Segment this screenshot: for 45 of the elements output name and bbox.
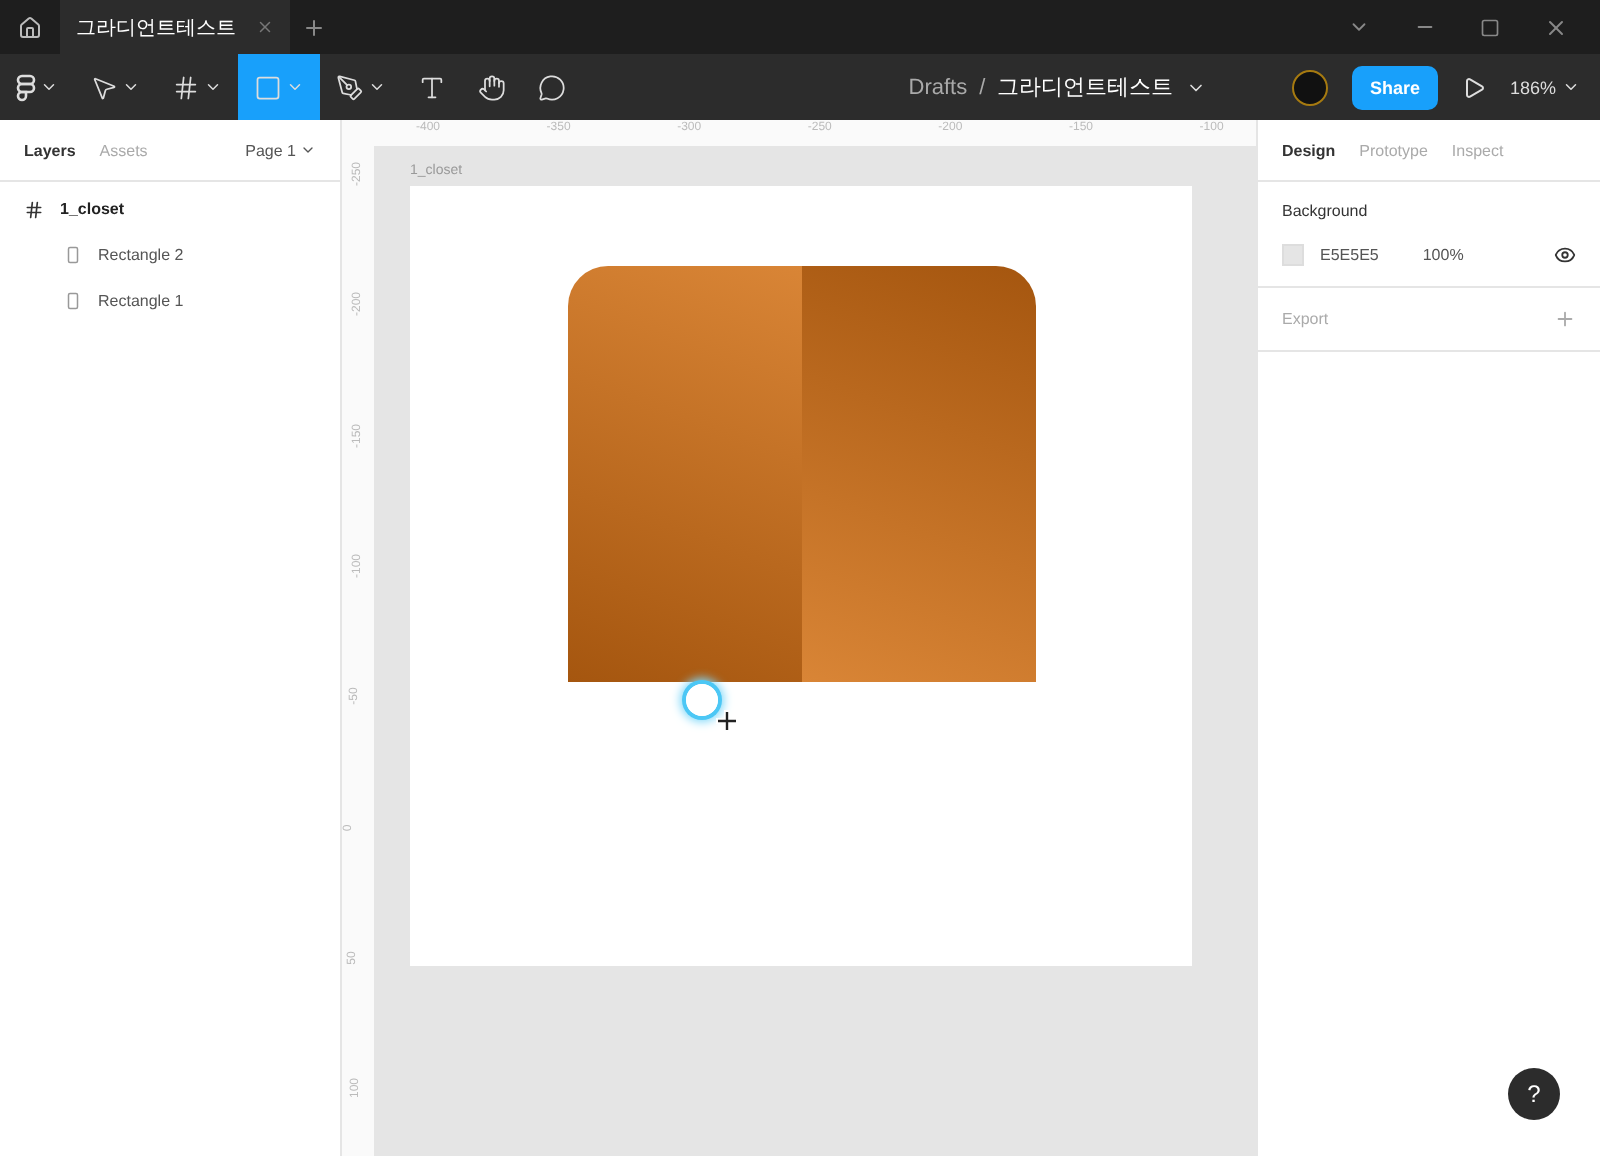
rectangle-icon <box>64 292 82 310</box>
hand-icon <box>478 73 506 101</box>
file-tab[interactable]: 그라디언트테스트 <box>60 0 290 54</box>
file-name[interactable]: 그라디언트테스트 <box>997 72 1174 102</box>
caret-icon <box>300 142 316 158</box>
color-swatch[interactable] <box>1282 244 1304 266</box>
frame-icon <box>24 199 44 219</box>
section-title: Background <box>1282 202 1370 220</box>
layer-item[interactable]: Rectangle 2 <box>0 232 340 278</box>
layer-item[interactable]: 1_closet <box>0 186 340 232</box>
crosshair-cursor-icon <box>716 710 738 732</box>
home-icon <box>18 15 42 39</box>
click-ring-icon <box>686 684 718 716</box>
caret-icon <box>40 78 58 96</box>
caret-icon <box>204 78 222 96</box>
avatar[interactable] <box>1291 69 1328 105</box>
close-icon[interactable] <box>256 18 274 36</box>
pointer-icon <box>90 73 118 101</box>
caret-icon <box>122 78 140 96</box>
plus-icon <box>302 15 326 39</box>
maximize-icon[interactable] <box>1480 17 1500 37</box>
panel-tab[interactable]: Design <box>1282 141 1336 159</box>
rectangle-icon <box>254 73 282 101</box>
caret-icon <box>368 78 386 96</box>
pen-icon <box>336 73 364 101</box>
close-icon[interactable] <box>1544 15 1568 39</box>
caret-icon <box>1562 78 1580 96</box>
frame-icon <box>172 73 200 101</box>
zoom-menu[interactable]: 186% <box>1509 77 1580 97</box>
logo-icon <box>16 73 36 101</box>
rectangle-icon <box>64 246 82 264</box>
page-selector[interactable]: Page 1 <box>245 141 316 159</box>
section-title: Export <box>1282 310 1329 328</box>
eye-icon[interactable] <box>1554 244 1576 266</box>
layer-item[interactable]: Rectangle 1 <box>0 278 340 324</box>
help-button[interactable]: ? <box>1508 1068 1560 1120</box>
breadcrumb-separator: / <box>979 75 986 99</box>
text-icon <box>418 73 446 101</box>
color-hex[interactable]: E5E5E5 <box>1320 246 1379 264</box>
opacity-value[interactable]: 100% <box>1422 246 1464 264</box>
breadcrumb-link[interactable]: Drafts <box>908 75 968 99</box>
comment-icon <box>538 73 566 101</box>
caret-icon <box>286 78 304 96</box>
panel-tab[interactable]: Layers <box>24 141 76 159</box>
play-icon[interactable] <box>1461 75 1486 99</box>
